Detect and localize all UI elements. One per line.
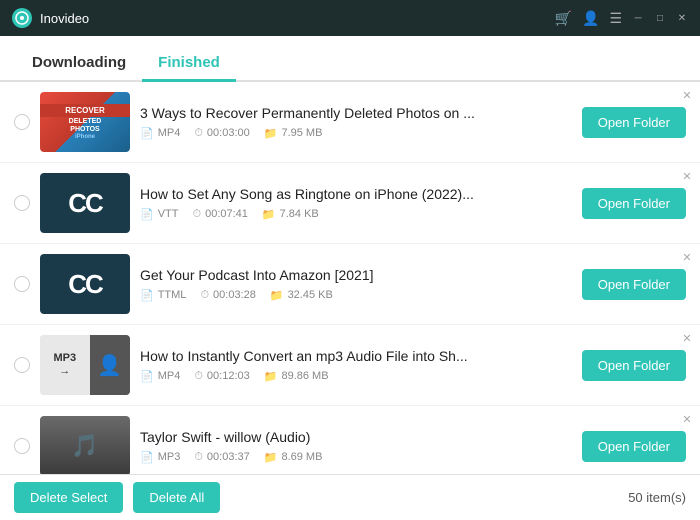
file-icon-4: 📁 <box>264 370 278 383</box>
item-meta-1: 📄 MP4 ⏱ 00:03:00 📁 7.95 MB <box>140 127 572 140</box>
item-duration-5: ⏱ 00:03:37 <box>194 451 249 464</box>
item-title-3: Get Your Podcast Into Amazon [2021] <box>140 267 572 283</box>
item-meta-2: 📄 VTT ⏱ 00:07:41 📁 7.84 KB <box>140 208 572 221</box>
close-icon[interactable]: ✕ <box>676 12 688 24</box>
clock-icon-5: ⏱ <box>194 451 203 464</box>
item-duration-4: ⏱ 00:12:03 <box>194 370 249 383</box>
list-item: RECOVER DELETED PHOTOS iPhone 3 Ways to … <box>0 82 700 163</box>
item-format-3: 📄 TTML <box>140 289 186 302</box>
open-folder-button-1[interactable]: Open Folder <box>582 107 686 138</box>
open-folder-button-5[interactable]: Open Folder <box>582 431 686 462</box>
item-size-5: 📁 8.69 MB <box>264 451 323 464</box>
item-info-1: 3 Ways to Recover Permanently Deleted Ph… <box>140 105 572 140</box>
file-icon-3: 📁 <box>270 289 284 302</box>
item-title-2: How to Set Any Song as Ringtone on iPhon… <box>140 186 572 202</box>
list-item: CC How to Set Any Song as Ringtone on iP… <box>0 163 700 244</box>
list-item: MP3→ 👤 How to Instantly Convert an mp3 A… <box>0 325 700 406</box>
item-size-3: 📁 32.45 KB <box>270 289 333 302</box>
item-meta-5: 📄 MP3 ⏱ 00:03:37 📁 8.69 MB <box>140 451 572 464</box>
close-item-button-4[interactable]: ✕ <box>680 331 694 345</box>
item-info-4: How to Instantly Convert an mp3 Audio Fi… <box>140 348 572 383</box>
item-size-2: 📁 7.84 KB <box>262 208 319 221</box>
title-bar-right: 🛒 👤 ☰ ─ □ ✕ <box>555 10 688 27</box>
user-icon[interactable]: 👤 <box>582 10 599 27</box>
list-item: CC Get Your Podcast Into Amazon [2021] 📄… <box>0 244 700 325</box>
menu-icon[interactable]: ☰ <box>609 10 622 27</box>
app-logo <box>12 8 32 28</box>
item-thumbnail-4: MP3→ 👤 <box>40 335 130 395</box>
close-item-button-3[interactable]: ✕ <box>680 250 694 264</box>
item-thumbnail-5: 🎵 <box>40 416 130 474</box>
file-icon-1: 📁 <box>264 127 278 140</box>
cart-icon[interactable]: 🛒 <box>555 10 572 27</box>
tab-finished[interactable]: Finished <box>142 44 236 82</box>
item-checkbox-5[interactable] <box>14 438 30 454</box>
format-icon-2: 📄 <box>140 208 154 221</box>
close-item-button-2[interactable]: ✕ <box>680 169 694 183</box>
item-duration-2: ⏱ 00:07:41 <box>192 208 247 221</box>
item-format-1: 📄 MP4 <box>140 127 180 140</box>
tab-bar: Downloading Finished <box>0 36 700 82</box>
item-checkbox-1[interactable] <box>14 114 30 130</box>
item-thumbnail-3: CC <box>40 254 130 314</box>
item-title-1: 3 Ways to Recover Permanently Deleted Ph… <box>140 105 572 121</box>
item-meta-3: 📄 TTML ⏱ 00:03:28 📁 32.45 KB <box>140 289 572 302</box>
format-icon-3: 📄 <box>140 289 154 302</box>
clock-icon-4: ⏱ <box>194 370 203 383</box>
item-info-5: Taylor Swift - willow (Audio) 📄 MP3 ⏱ 00… <box>140 429 572 464</box>
content-area: RECOVER DELETED PHOTOS iPhone 3 Ways to … <box>0 82 700 474</box>
item-format-5: 📄 MP3 <box>140 451 180 464</box>
clock-icon-2: ⏱ <box>192 208 201 221</box>
item-info-2: How to Set Any Song as Ringtone on iPhon… <box>140 186 572 221</box>
open-folder-button-2[interactable]: Open Folder <box>582 188 686 219</box>
app-title: Inovideo <box>40 11 89 26</box>
clock-icon-1: ⏱ <box>194 127 203 140</box>
item-title-5: Taylor Swift - willow (Audio) <box>140 429 572 445</box>
item-thumbnail-2: CC <box>40 173 130 233</box>
item-info-3: Get Your Podcast Into Amazon [2021] 📄 TT… <box>140 267 572 302</box>
item-duration-1: ⏱ 00:03:00 <box>194 127 249 140</box>
item-size-1: 📁 7.95 MB <box>264 127 323 140</box>
item-count: 50 item(s) <box>628 490 686 505</box>
item-meta-4: 📄 MP4 ⏱ 00:12:03 📁 89.86 MB <box>140 370 572 383</box>
item-format-2: 📄 VTT <box>140 208 178 221</box>
item-checkbox-4[interactable] <box>14 357 30 373</box>
item-checkbox-3[interactable] <box>14 276 30 292</box>
open-folder-button-4[interactable]: Open Folder <box>582 350 686 381</box>
item-title-4: How to Instantly Convert an mp3 Audio Fi… <box>140 348 572 364</box>
title-bar-left: Inovideo <box>12 8 89 28</box>
delete-all-button[interactable]: Delete All <box>133 482 220 513</box>
item-size-4: 📁 89.86 MB <box>264 370 329 383</box>
close-item-button-1[interactable]: ✕ <box>680 88 694 102</box>
delete-select-button[interactable]: Delete Select <box>14 482 123 513</box>
bottom-left-actions: Delete Select Delete All <box>14 482 220 513</box>
list-item: 🎵 Taylor Swift - willow (Audio) 📄 MP3 ⏱ … <box>0 406 700 474</box>
item-format-4: 📄 MP4 <box>140 370 180 383</box>
tab-downloading[interactable]: Downloading <box>16 44 142 82</box>
file-icon-2: 📁 <box>262 208 276 221</box>
format-icon-5: 📄 <box>140 451 154 464</box>
clock-icon-3: ⏱ <box>200 289 209 302</box>
restore-icon[interactable]: □ <box>654 12 666 24</box>
bottom-bar: Delete Select Delete All 50 item(s) <box>0 474 700 520</box>
item-thumbnail-1: RECOVER DELETED PHOTOS iPhone <box>40 92 130 152</box>
close-item-button-5[interactable]: ✕ <box>680 412 694 426</box>
title-bar: Inovideo 🛒 👤 ☰ ─ □ ✕ <box>0 0 700 36</box>
open-folder-button-3[interactable]: Open Folder <box>582 269 686 300</box>
format-icon-1: 📄 <box>140 127 154 140</box>
item-checkbox-2[interactable] <box>14 195 30 211</box>
file-icon-5: 📁 <box>264 451 278 464</box>
format-icon-4: 📄 <box>140 370 154 383</box>
minimize-icon[interactable]: ─ <box>632 12 644 24</box>
item-duration-3: ⏱ 00:03:28 <box>200 289 255 302</box>
